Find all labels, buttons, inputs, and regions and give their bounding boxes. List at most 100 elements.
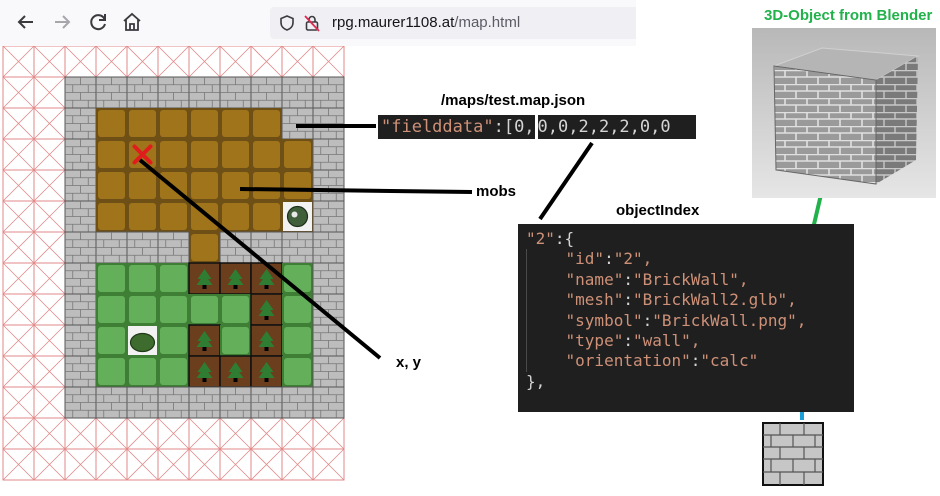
tree-tile	[250, 262, 283, 295]
brick-wall-symbol-icon	[762, 422, 824, 486]
dirt-tile	[282, 139, 313, 170]
brick-wall-tile	[64, 262, 97, 295]
brick-wall-tile	[219, 76, 252, 109]
dirt-tile	[220, 201, 251, 232]
dirt-fill	[160, 172, 187, 199]
void-tile	[33, 107, 66, 140]
object-line: "name":"BrickWall",	[565, 269, 749, 289]
dirt-fill	[191, 110, 218, 137]
dirt-tile	[220, 139, 251, 170]
void-tile	[33, 262, 66, 295]
dirt-tile	[189, 201, 220, 232]
void-tile	[188, 448, 221, 481]
grass-fill	[129, 296, 156, 323]
tree-tile	[250, 293, 283, 326]
grass-fill	[129, 265, 156, 292]
void-tile	[33, 231, 66, 264]
brick-wall-tile	[312, 200, 345, 233]
grass-fill	[98, 358, 125, 385]
brick-wall-tile	[64, 76, 97, 109]
dirt-fill	[98, 203, 125, 230]
void-tile	[2, 46, 35, 78]
brick-wall-tile	[64, 107, 97, 140]
brick-wall-tile	[281, 107, 314, 140]
tree-trunk	[202, 347, 207, 351]
fielddata-key: "fielddata"	[381, 117, 494, 137]
grass-tile	[158, 294, 189, 325]
dirt-tile	[189, 232, 220, 263]
prop-key: "symbol"	[565, 310, 643, 330]
grass-fill	[98, 265, 125, 292]
reload-icon[interactable]	[86, 10, 110, 34]
dirt-fill	[160, 110, 187, 137]
brick-wall-tile	[64, 200, 97, 233]
void-tile	[2, 262, 35, 295]
url-path: /map.html	[454, 14, 521, 31]
url-host: rpg.maurer1108.at	[332, 14, 455, 31]
dirt-fill	[160, 203, 187, 230]
object-line: "orientation":"calc"	[565, 351, 759, 371]
xy-label: x, y	[396, 354, 422, 371]
dirt-fill	[253, 110, 280, 137]
tree-trunk	[264, 347, 269, 351]
void-tile	[33, 138, 66, 171]
forward-arrow-icon[interactable]	[50, 10, 74, 34]
object-line: "symbol":"BrickWall.png",	[565, 310, 807, 330]
void-tile	[2, 355, 35, 388]
object-index-title: objectIndex	[616, 202, 700, 219]
dirt-tile	[96, 201, 127, 232]
home-icon[interactable]	[120, 10, 144, 34]
void-tile	[250, 46, 283, 78]
void-tile	[95, 46, 128, 78]
void-tile	[281, 448, 314, 481]
grass-fill	[98, 296, 125, 323]
grass-fill	[160, 296, 187, 323]
dirt-tile	[251, 139, 282, 170]
void-tile	[312, 417, 345, 450]
grass-tile	[127, 356, 158, 387]
void-tile	[33, 417, 66, 450]
void-tile	[281, 46, 314, 78]
address-bar[interactable]: rpg.maurer1108.at/map.html	[270, 7, 636, 39]
void-tile	[33, 386, 66, 419]
shield-icon[interactable]	[278, 14, 296, 32]
brick-wall-tile	[95, 386, 128, 419]
dirt-tile	[251, 170, 282, 201]
dirt-tile	[251, 201, 282, 232]
void-tile	[2, 107, 35, 140]
grass-tile	[96, 263, 127, 294]
game-map[interactable]	[0, 46, 356, 496]
tree-tile	[219, 262, 252, 295]
brick-wall-tile	[157, 231, 190, 264]
prop-value: "BrickWall.png",	[652, 310, 807, 330]
bush-icon	[129, 332, 156, 353]
mobs-label: mobs	[476, 183, 517, 200]
dirt-tile	[127, 170, 158, 201]
void-tile	[2, 76, 35, 109]
void-tile	[33, 200, 66, 233]
insecure-lock-icon[interactable]	[303, 14, 321, 32]
object-line: "id":"2",	[565, 249, 653, 269]
void-tile	[64, 46, 97, 78]
fielddata-values: 0,0,2,2,2,0,0	[537, 117, 671, 137]
brick-wall-tile	[312, 293, 345, 326]
dirt-tile	[189, 108, 220, 139]
prop-value: "BrickWall2.glb",	[632, 290, 797, 310]
grass-tile	[127, 263, 158, 294]
dirt-tile	[189, 139, 220, 170]
grass-tile	[220, 325, 251, 356]
tree-tile	[219, 355, 252, 388]
brick-wall-tile	[64, 293, 97, 326]
tree-tile	[188, 355, 221, 388]
void-tile	[2, 200, 35, 233]
dirt-tile	[189, 170, 220, 201]
grass-fill	[191, 296, 218, 323]
dirt-tile	[158, 139, 189, 170]
back-arrow-icon[interactable]	[14, 10, 38, 34]
void-tile	[2, 448, 35, 481]
void-tile	[126, 448, 159, 481]
void-tile	[312, 46, 345, 78]
void-tile	[64, 417, 97, 450]
dirt-fill	[222, 172, 249, 199]
grass-tile	[127, 294, 158, 325]
